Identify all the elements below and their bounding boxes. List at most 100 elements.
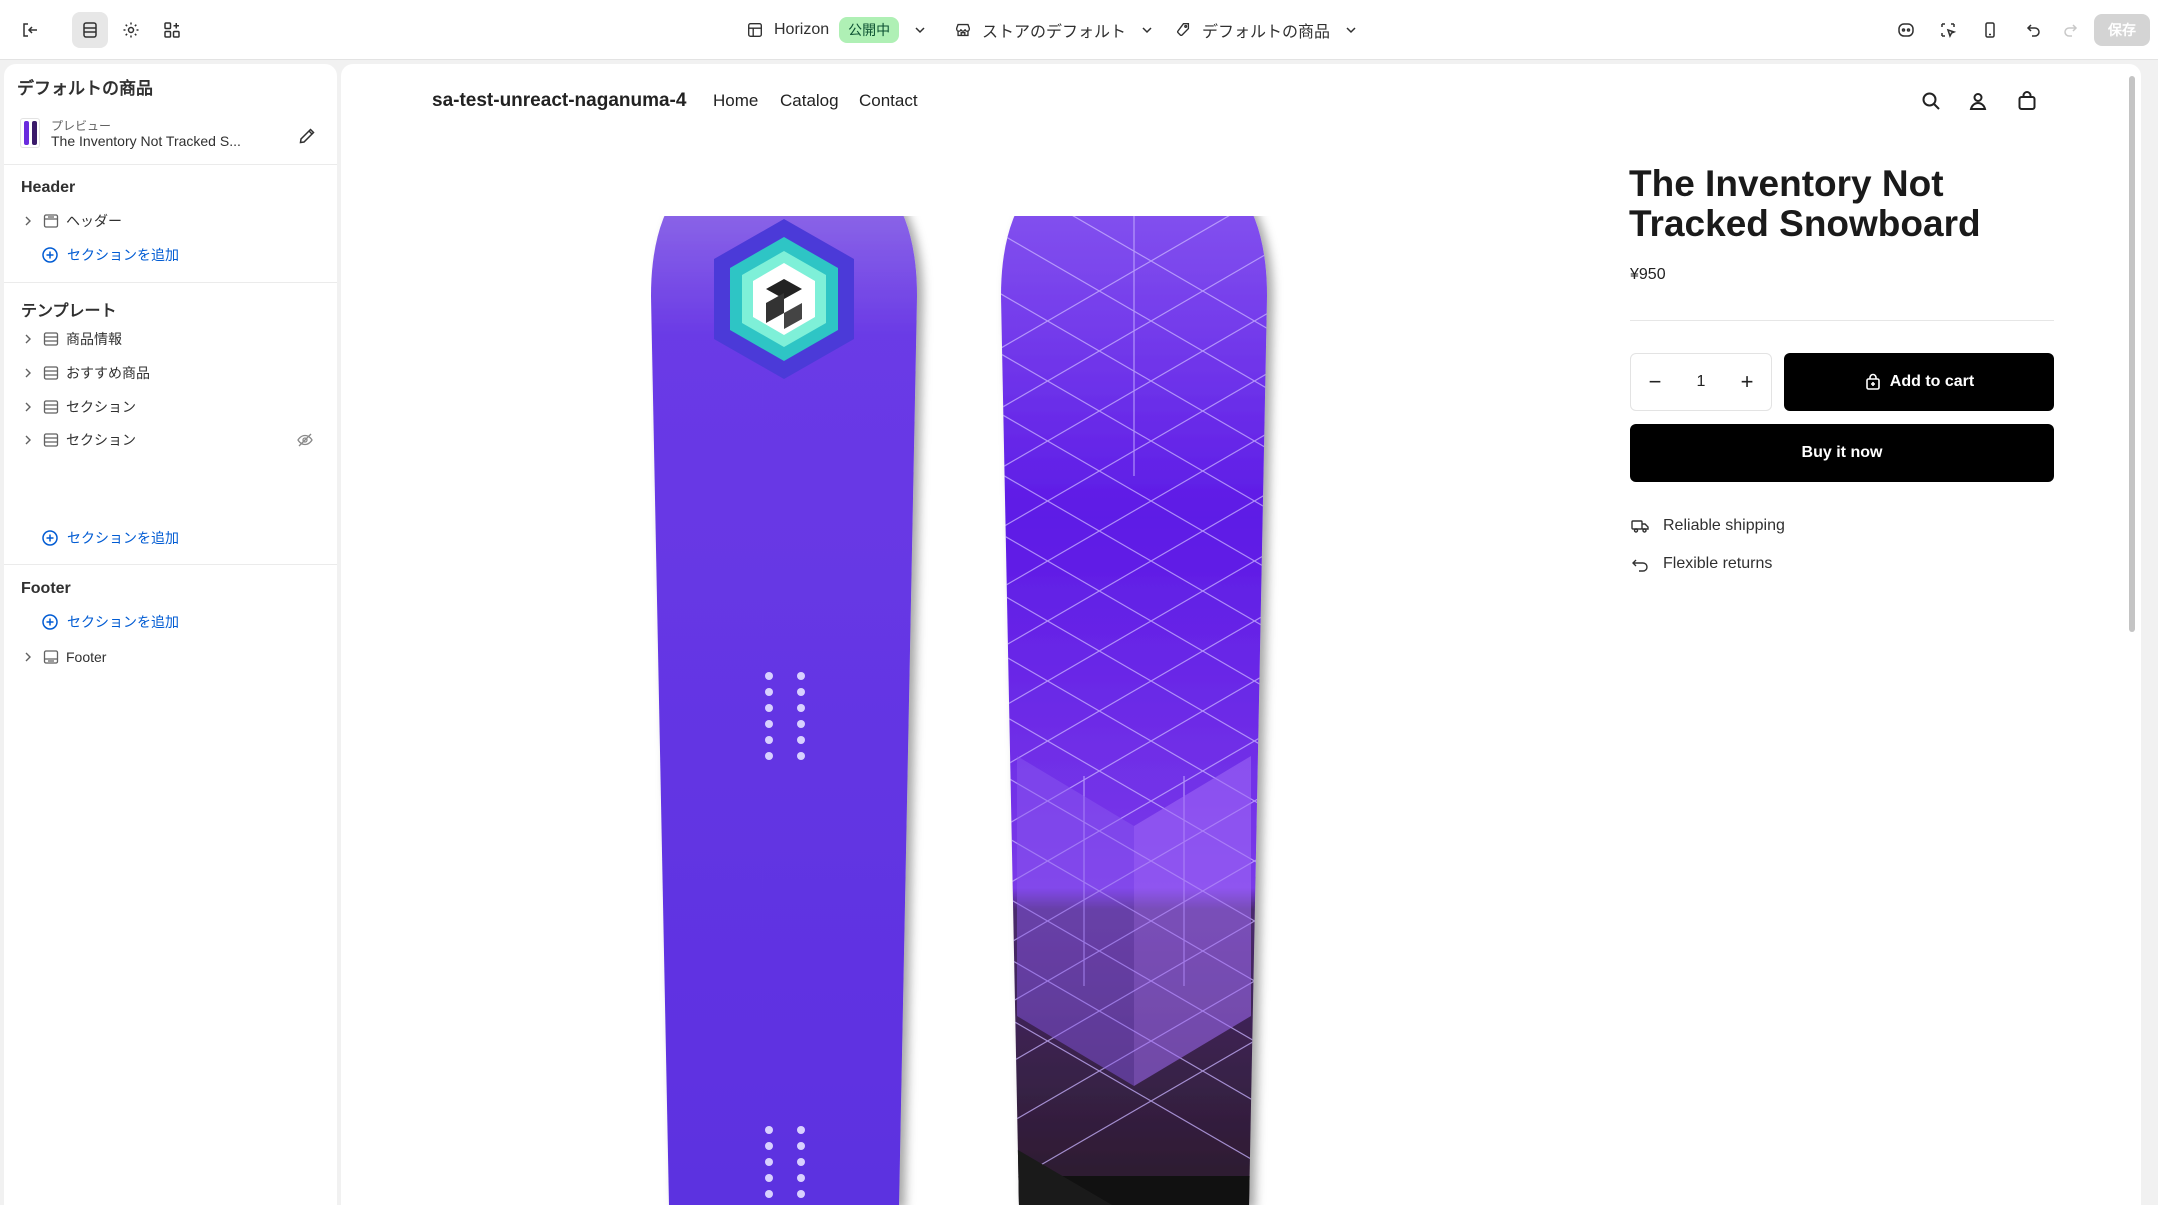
chevron-right-icon[interactable] (22, 215, 34, 227)
account-icon[interactable] (1967, 90, 1989, 112)
divider (1630, 320, 2054, 321)
save-button[interactable]: 保存 (2094, 14, 2150, 46)
product-title: The Inventory Not Tracked Snowboard (1629, 163, 1981, 244)
chevron-right-icon[interactable] (22, 367, 34, 379)
theme-name: Horizon (774, 21, 830, 38)
nav-link-catalog[interactable]: Catalog (780, 91, 839, 111)
editor-topbar: Horizon 公開中 ストアのデフォルト デフォルトの商品 保存 (0, 0, 2158, 60)
undo-button[interactable] (2016, 12, 2052, 48)
tag-icon (1177, 23, 1190, 36)
pencil-icon[interactable] (297, 126, 317, 146)
mobile-icon (1985, 22, 1995, 38)
store-icon (956, 23, 970, 37)
chevron-right-icon[interactable] (22, 401, 34, 413)
add-section-label: セクションを追加 (67, 614, 179, 630)
divider (4, 164, 337, 165)
sections-view-button[interactable] (72, 12, 108, 48)
mobile-preview-button[interactable] (1972, 12, 2008, 48)
exit-icon (23, 23, 37, 37)
sections-icon (83, 22, 97, 38)
template-selector-label: デフォルトの商品 (1202, 24, 1331, 41)
decrease-quantity-button[interactable]: − (1645, 369, 1665, 395)
add-to-cart-label: Add to cart (1889, 373, 1975, 390)
add-section-footer[interactable]: セクションを追加 (41, 610, 179, 634)
add-section-label: セクションを追加 (67, 530, 179, 546)
section-label: 商品情報 (66, 331, 122, 347)
plus-circle-icon (42, 614, 58, 630)
store-preview: sa-test-unreact-naganuma-4 Home Catalog … (341, 64, 2141, 1205)
template-title: デフォルトの商品 (17, 79, 153, 98)
section-label: ヘッダー (66, 213, 122, 229)
store-selector-label: ストアのデフォルト (982, 24, 1127, 41)
search-icon[interactable] (1920, 90, 1942, 112)
theme-selector[interactable]: Horizon 公開中 (738, 12, 935, 48)
cart-bag-icon[interactable] (2016, 90, 2038, 112)
add-section-label: セクションを追加 (67, 247, 179, 263)
section-icon (43, 433, 59, 447)
plus-circle-icon (42, 247, 58, 263)
section-label: セクション (66, 432, 136, 448)
section-label: おすすめ商品 (66, 365, 150, 381)
preview-scrollbar[interactable] (2129, 76, 2135, 632)
truck-icon (1631, 520, 1649, 533)
product-price: ¥950 (1630, 266, 1666, 283)
apps-icon (164, 22, 180, 38)
section-item-product-info[interactable]: 商品情報 (4, 324, 337, 354)
chevron-right-icon[interactable] (22, 434, 34, 446)
layout-icon (748, 23, 762, 37)
section-label: Footer (66, 649, 107, 665)
section-icon (43, 332, 59, 346)
footer-section-icon (43, 650, 59, 664)
return-arrow-icon (1632, 559, 1648, 572)
quantity-value[interactable]: 1 (1697, 373, 1706, 391)
buy-now-button[interactable]: Buy it now (1630, 424, 2054, 482)
add-section-header[interactable]: セクションを追加 (41, 243, 179, 267)
apps-button[interactable] (154, 12, 190, 48)
section-label: セクション (66, 399, 136, 415)
live-badge: 公開中 (839, 17, 900, 43)
preview-product-row[interactable]: プレビュー The Inventory Not Tracked S... (4, 108, 337, 164)
theme-settings-button[interactable] (113, 12, 149, 48)
store-logo-text[interactable]: sa-test-unreact-naganuma-4 (432, 90, 686, 112)
increase-quantity-button[interactable]: + (1737, 369, 1757, 395)
group-title-template: テンプレート (21, 303, 117, 320)
section-icon (43, 366, 59, 380)
sections-sidebar: デフォルトの商品 プレビュー The Inventory Not Tracked… (4, 64, 337, 1205)
section-icon (43, 400, 59, 414)
template-selector[interactable]: デフォルトの商品 (1166, 12, 1366, 48)
section-item-recommended[interactable]: おすすめ商品 (4, 358, 337, 388)
nav-link-contact[interactable]: Contact (859, 91, 918, 111)
chevron-down-icon (1346, 27, 1356, 34)
feature-label: Flexible returns (1663, 555, 1773, 572)
quantity-stepper[interactable]: − 1 + (1630, 353, 1772, 411)
exit-button[interactable] (12, 12, 48, 48)
product-image[interactable] (651, 216, 1631, 1205)
chevron-right-icon[interactable] (22, 651, 34, 663)
nav-link-home[interactable]: Home (713, 91, 758, 111)
eye-slash-icon[interactable] (296, 431, 314, 449)
divider (4, 282, 337, 283)
ai-sidekick-button[interactable] (1888, 12, 1924, 48)
gear-icon (123, 22, 139, 38)
divider (4, 564, 337, 565)
redo-icon (2064, 24, 2078, 37)
add-to-cart-button[interactable]: Add to cart (1784, 353, 2054, 411)
chevron-right-icon[interactable] (22, 333, 34, 345)
add-section-template[interactable]: セクションを追加 (41, 526, 179, 550)
section-item-section-2[interactable]: セクション (4, 425, 337, 455)
redo-button[interactable] (2052, 12, 2088, 48)
cursor-select-icon (1941, 23, 1957, 38)
section-item-section-1[interactable]: セクション (4, 392, 337, 422)
feature-label: Reliable shipping (1663, 517, 1785, 534)
section-item-footer[interactable]: Footer (4, 642, 337, 672)
feature-shipping: Reliable shipping (1630, 514, 1785, 538)
feature-returns: Flexible returns (1630, 552, 1772, 576)
chevron-down-icon (915, 27, 925, 34)
inspector-button[interactable] (1930, 12, 1966, 48)
group-title-header: Header (21, 179, 76, 196)
preview-thumbnail (20, 118, 40, 148)
store-selector[interactable]: ストアのデフォルト (946, 12, 1162, 48)
section-item-header[interactable]: ヘッダー (4, 206, 337, 236)
sidekick-icon (1898, 23, 1914, 37)
preview-product-name: The Inventory Not Tracked S... (51, 133, 241, 149)
